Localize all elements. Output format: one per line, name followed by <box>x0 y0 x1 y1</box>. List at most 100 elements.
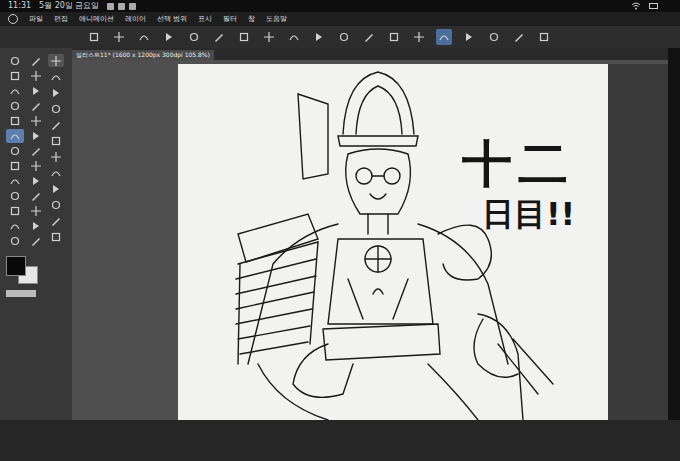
sub-tool-button[interactable] <box>48 214 64 227</box>
command-icon <box>113 31 125 43</box>
tablet-bezel <box>0 420 680 461</box>
app-icon <box>107 3 114 10</box>
command-button[interactable] <box>286 29 302 45</box>
wifi-icon <box>631 2 641 10</box>
command-icon <box>238 31 250 43</box>
tool-button[interactable] <box>27 159 45 173</box>
tool-button[interactable] <box>27 144 45 158</box>
command-button[interactable] <box>461 29 477 45</box>
command-button[interactable] <box>411 29 427 45</box>
menu-item[interactable]: 도움말 <box>266 16 287 23</box>
command-icon <box>188 31 200 43</box>
tool-icon <box>30 220 42 232</box>
command-button[interactable] <box>136 29 152 45</box>
tool-button[interactable] <box>27 84 45 98</box>
app-icon <box>129 3 136 10</box>
command-button[interactable] <box>211 29 227 45</box>
tool-button[interactable] <box>6 129 24 143</box>
tool-button[interactable] <box>27 54 45 68</box>
tool-icon <box>9 190 21 202</box>
date: 5월 20일 금요일 <box>39 2 99 10</box>
app-icon <box>118 3 125 10</box>
tool-icon <box>30 100 42 112</box>
tool-icon <box>30 70 42 82</box>
tool-button[interactable] <box>27 234 45 248</box>
command-icon <box>213 31 225 43</box>
sub-tool-button[interactable] <box>48 118 64 131</box>
tool-icon <box>9 235 21 247</box>
tool-button[interactable] <box>6 159 24 173</box>
sub-tool-icon <box>50 119 62 131</box>
sub-tool-icon <box>50 199 62 211</box>
sub-tool-button[interactable] <box>48 70 64 83</box>
tool-palette <box>0 48 72 420</box>
canvas-area: 十二日目!! <box>72 60 668 420</box>
tool-button[interactable] <box>6 114 24 128</box>
tool-button[interactable] <box>27 129 45 143</box>
command-button[interactable] <box>436 29 452 45</box>
sub-tool-button[interactable] <box>48 86 64 99</box>
command-button[interactable] <box>536 29 552 45</box>
side-panel <box>608 64 668 420</box>
menu-item[interactable]: 파일 <box>29 16 43 23</box>
menu-item[interactable]: 표시 <box>198 16 212 23</box>
command-button[interactable] <box>486 29 502 45</box>
command-icon <box>163 31 175 43</box>
sub-tool-button[interactable] <box>48 150 64 163</box>
tool-button[interactable] <box>6 144 24 158</box>
menu-item[interactable]: 선택 범위 <box>157 16 187 23</box>
sub-tool-button[interactable] <box>48 102 64 115</box>
menu-item[interactable]: 창 <box>248 16 255 23</box>
command-button[interactable] <box>386 29 402 45</box>
tool-button[interactable] <box>27 204 45 218</box>
menu-item[interactable]: 편집 <box>54 16 68 23</box>
canvas[interactable]: 十二日目!! <box>178 64 608 420</box>
app-logo-icon[interactable] <box>8 14 18 24</box>
tool-icon <box>30 55 42 67</box>
tool-button[interactable] <box>6 174 24 188</box>
command-button[interactable] <box>111 29 127 45</box>
tool-icon <box>30 130 42 142</box>
tool-button[interactable] <box>6 69 24 83</box>
command-button[interactable] <box>261 29 277 45</box>
command-button[interactable] <box>186 29 202 45</box>
tool-button[interactable] <box>6 234 24 248</box>
sub-tool-button[interactable] <box>48 182 64 195</box>
transparent-color[interactable] <box>6 290 36 297</box>
tool-button[interactable] <box>27 114 45 128</box>
sub-tool-button[interactable] <box>48 198 64 211</box>
tool-button[interactable] <box>6 84 24 98</box>
tool-button[interactable] <box>27 69 45 83</box>
tool-icon <box>9 85 21 97</box>
tool-button[interactable] <box>6 54 24 68</box>
tool-icon <box>9 55 21 67</box>
tool-button[interactable] <box>27 99 45 113</box>
command-button[interactable] <box>336 29 352 45</box>
command-button[interactable] <box>311 29 327 45</box>
main-color[interactable] <box>6 256 26 276</box>
command-button[interactable] <box>361 29 377 45</box>
sub-tool-icon <box>50 231 62 243</box>
document-tab[interactable]: 일러스트11* (1600 x 1200px 300dpi 105.8%) <box>72 50 214 60</box>
command-icon <box>338 31 350 43</box>
tool-icon <box>30 205 42 217</box>
tool-button[interactable] <box>6 99 24 113</box>
command-button[interactable] <box>86 29 102 45</box>
tool-button[interactable] <box>6 204 24 218</box>
menu-item[interactable]: 필터 <box>223 16 237 23</box>
tool-button[interactable] <box>27 189 45 203</box>
sub-tool-button[interactable] <box>48 166 64 179</box>
tool-button[interactable] <box>27 219 45 233</box>
tool-icon <box>9 115 21 127</box>
command-button[interactable] <box>161 29 177 45</box>
tool-button[interactable] <box>27 174 45 188</box>
tool-button[interactable] <box>6 189 24 203</box>
menu-item[interactable]: 레이어 <box>125 16 146 23</box>
tool-button[interactable] <box>6 219 24 233</box>
menu-item[interactable]: 애니메이션 <box>79 16 114 23</box>
command-button[interactable] <box>511 29 527 45</box>
sub-tool-button[interactable] <box>48 54 64 67</box>
sub-tool-button[interactable] <box>48 134 64 147</box>
sub-tool-button[interactable] <box>48 230 64 243</box>
command-button[interactable] <box>236 29 252 45</box>
